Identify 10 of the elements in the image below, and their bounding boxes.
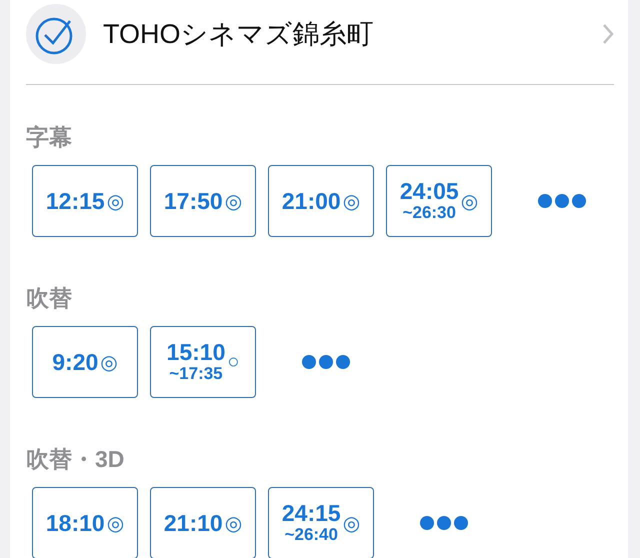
showtime-button[interactable]: 21:00◎ bbox=[268, 165, 374, 237]
showtime-button[interactable]: 18:10◎ bbox=[32, 487, 138, 558]
format-label: 字幕 bbox=[26, 123, 73, 151]
showtime-button[interactable]: 12:15◎ bbox=[32, 165, 138, 237]
theater-name: TOHOシネマズ錦糸町 bbox=[103, 18, 375, 51]
format-label: 吹替・3D bbox=[26, 445, 126, 473]
showtime-button[interactable]: 9:20◎ bbox=[32, 326, 138, 398]
showtime-button[interactable]: 17:50◎ bbox=[150, 165, 256, 237]
format-label: 吹替 bbox=[26, 284, 73, 312]
showtime-button[interactable]: 21:10◎ bbox=[150, 487, 256, 558]
